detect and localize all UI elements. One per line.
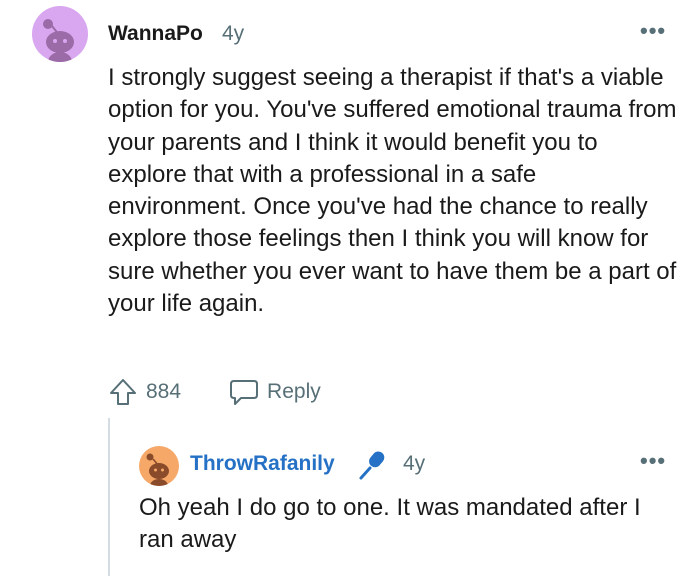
reply-author[interactable]: ThrowRafanily — [190, 452, 335, 476]
microphone-icon — [359, 451, 385, 480]
comment-more-options-button[interactable]: ••• — [640, 18, 666, 44]
reply-author-avatar[interactable] — [139, 446, 179, 486]
comment-age: 4y — [222, 22, 245, 45]
comment-actions: 884 Reply — [108, 376, 321, 408]
thread-line[interactable] — [108, 418, 110, 576]
speech-bubble-icon — [230, 380, 259, 405]
snoo-avatar-icon — [146, 453, 169, 486]
vote-score: 884 — [146, 380, 182, 403]
reply-button[interactable]: Reply — [229, 378, 321, 406]
reply-label: Reply — [267, 380, 321, 403]
comment-body: I strongly suggest seeing a therapist if… — [108, 64, 677, 318]
upvote-control[interactable]: 884 — [108, 377, 181, 407]
snoo-avatar-icon — [43, 19, 74, 62]
reply-age: 4y — [403, 452, 426, 475]
comment-author[interactable]: WannaPo — [108, 22, 203, 46]
reply-body: Oh yeah I do go to one. It was mandated … — [139, 494, 641, 553]
comment-author-avatar[interactable] — [32, 6, 88, 62]
reply-more-options-button[interactable]: ••• — [640, 448, 666, 474]
upvote-arrow-icon[interactable] — [108, 377, 138, 407]
